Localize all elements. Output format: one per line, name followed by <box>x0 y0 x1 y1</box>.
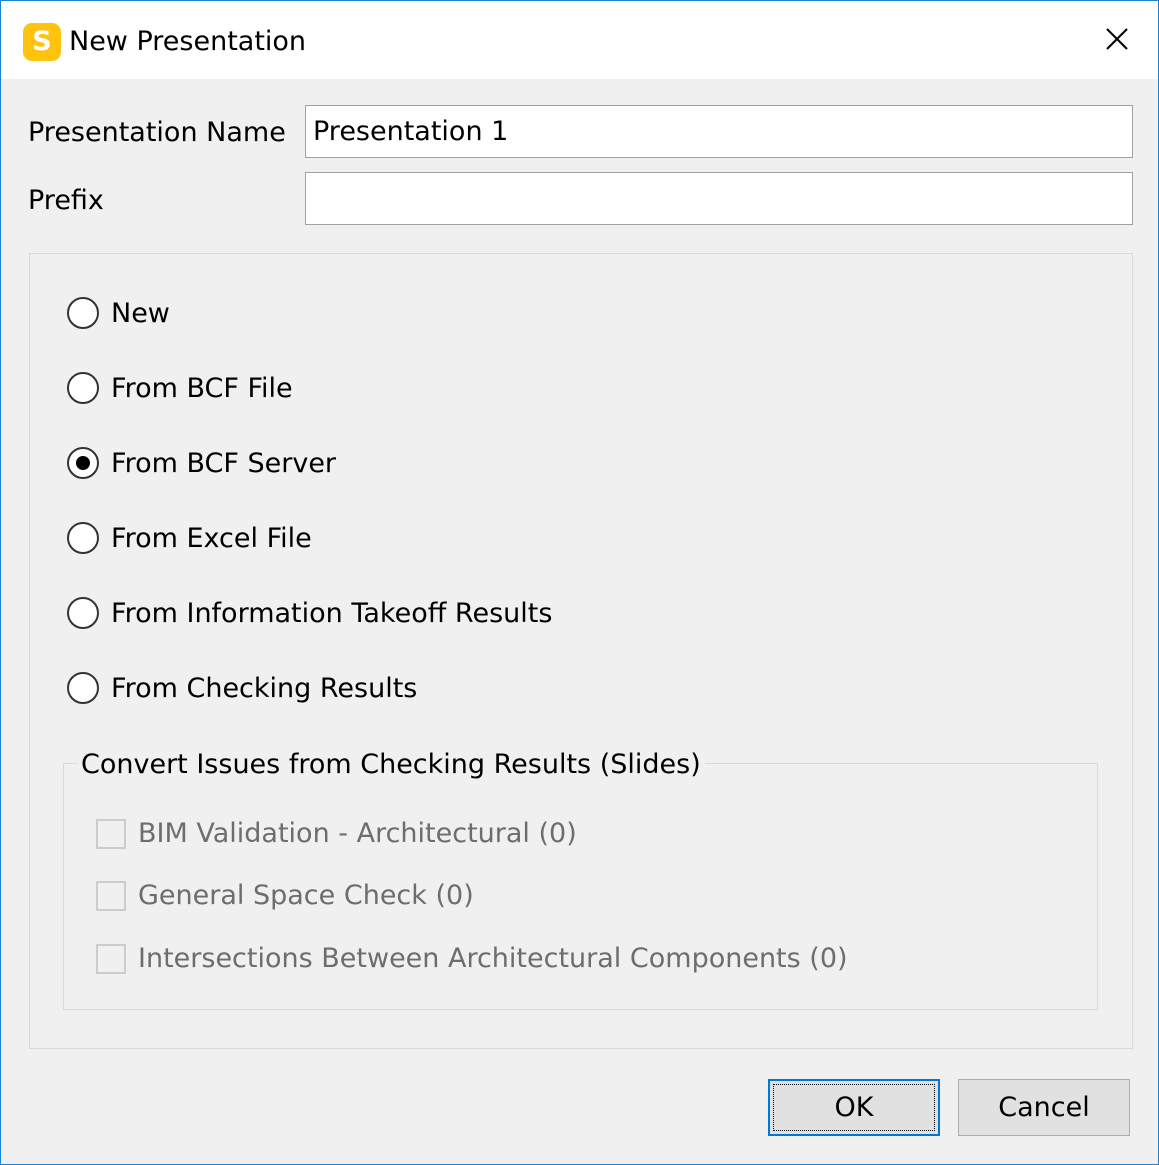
checkbox-disabled[interactable] <box>96 944 126 974</box>
dialog-title: New Presentation <box>69 26 307 57</box>
radio-label: From BCF Server <box>111 448 337 479</box>
presentation-name-label: Presentation Name <box>28 117 286 148</box>
radio-button[interactable] <box>67 297 99 329</box>
radio-label: From Excel File <box>111 523 312 554</box>
close-button[interactable] <box>1095 17 1139 61</box>
presentation-name-input[interactable] <box>305 105 1133 158</box>
new-presentation-dialog: S New Presentation Presentation Name Pre… <box>0 0 1159 1165</box>
radio-button[interactable] <box>67 522 99 554</box>
cancel-button[interactable]: Cancel <box>958 1079 1130 1136</box>
checkbox-disabled[interactable] <box>96 881 126 911</box>
close-icon <box>1106 28 1128 50</box>
checkbox-disabled[interactable] <box>96 819 126 849</box>
radio-button[interactable] <box>67 672 99 704</box>
ok-button[interactable]: OK <box>768 1079 940 1136</box>
checkbox-label: General Space Check (0) <box>138 880 474 911</box>
prefix-input[interactable] <box>305 172 1133 225</box>
radio-label: From Information Takeoff Results <box>111 598 553 629</box>
radio-button-selected[interactable] <box>67 447 99 479</box>
checkbox-label: Intersections Between Architectural Comp… <box>138 943 848 974</box>
radio-label: New <box>111 298 170 329</box>
radio-label: From Checking Results <box>111 673 418 704</box>
cancel-button-label: Cancel <box>998 1092 1090 1123</box>
radio-selected-dot <box>76 456 90 470</box>
radio-button[interactable] <box>67 597 99 629</box>
radio-label: From BCF File <box>111 373 293 404</box>
title-bar: S New Presentation <box>1 1 1158 79</box>
focus-ring <box>773 1084 935 1131</box>
radio-button[interactable] <box>67 372 99 404</box>
app-logo-icon: S <box>23 23 61 61</box>
prefix-label: Prefix <box>28 185 104 216</box>
checkbox-label: BIM Validation - Architectural (0) <box>138 818 577 849</box>
convert-issues-group-title: Convert Issues from Checking Results (Sl… <box>77 747 705 783</box>
